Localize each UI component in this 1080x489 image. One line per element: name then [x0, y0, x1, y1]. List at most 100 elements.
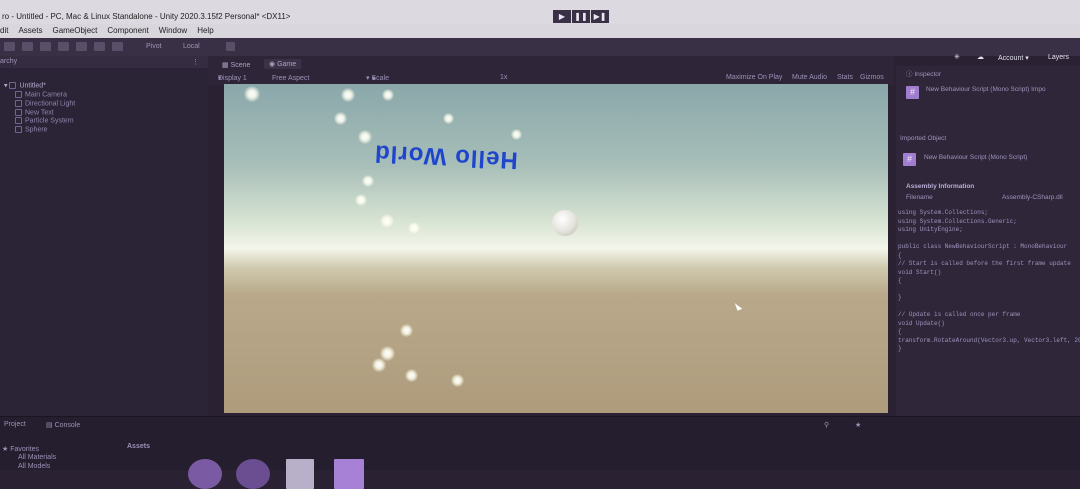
hierarchy-item-label: Main Camera — [25, 91, 68, 99]
script-name-header: New Behaviour Script (Mono Script) Impo — [926, 86, 1046, 93]
custom-tool-button[interactable] — [112, 42, 123, 51]
gameobject-icon — [15, 90, 22, 98]
script-asset-thumbnail[interactable] — [334, 459, 364, 489]
hierarchy-item[interactable]: Main Camera — [4, 90, 75, 100]
account-dropdown[interactable]: Account ▾ — [998, 54, 1029, 62]
all-materials-item[interactable]: All Materials — [18, 454, 56, 461]
code-line: { — [898, 251, 902, 259]
menu-gameobject[interactable]: GameObject — [52, 24, 97, 38]
rect-tool-button[interactable] — [76, 42, 87, 51]
code-line: } — [898, 294, 902, 301]
code-line: // Update is called once per frame — [898, 311, 1021, 318]
scale-label: Scale — [371, 75, 389, 82]
hierarchy-item[interactable]: New Text — [4, 108, 75, 118]
particle — [405, 369, 418, 382]
display-dropdown[interactable]: Display 1 ▾ — [218, 74, 247, 82]
maximize-on-play-toggle[interactable]: Maximize On Play — [726, 74, 782, 81]
particle — [358, 130, 372, 144]
hierarchy-item[interactable]: Particle System — [4, 117, 75, 126]
account-label: Account — [998, 55, 1024, 62]
hierarchy-header: archy ⋮ — [0, 56, 208, 68]
play-button[interactable]: ▶ — [553, 10, 571, 23]
script-icon: # — [906, 86, 919, 99]
menu-component[interactable]: Component — [107, 24, 148, 38]
pause-button[interactable]: ❚❚ — [572, 10, 590, 23]
mute-audio-toggle[interactable]: Mute Audio — [792, 74, 827, 81]
code-line: { — [898, 277, 902, 284]
game-panel: ▦ Scene ◉ Game Display 1 ▾ Free Aspect ▾… — [208, 56, 894, 416]
material-asset-thumbnail[interactable] — [236, 459, 270, 489]
scale-slider[interactable]: ▾ Scale ● — [366, 74, 389, 82]
material-asset-thumbnail[interactable] — [188, 459, 222, 489]
main-toolbar: Pivot Local — [0, 38, 1080, 56]
particle — [355, 194, 367, 206]
filename-value: Assembly-CSharp.dll — [1002, 194, 1063, 201]
tab-game[interactable]: ◉ Game — [264, 59, 302, 69]
scale-tool-button[interactable] — [58, 42, 69, 51]
code-line: transform.RotateAround(Vector3.up, Vecto… — [898, 336, 1080, 344]
display-label: Display 1 — [218, 75, 247, 82]
hierarchy-item-label: Sphere — [25, 126, 48, 134]
console-icon: ▤ — [46, 422, 55, 429]
layers-dropdown[interactable]: Layers — [1048, 54, 1069, 61]
particle — [451, 374, 464, 387]
code-line: public class NewBehaviourScript : MonoBe… — [898, 243, 1068, 250]
particle — [244, 86, 260, 102]
scene-tab-label: Scene — [230, 62, 251, 69]
game-tab-label: Game — [277, 61, 297, 68]
collab-icon[interactable]: ✳ — [954, 53, 960, 61]
transform-tool-button[interactable] — [94, 42, 105, 51]
particle — [334, 112, 347, 125]
scale-value: 1x — [500, 74, 508, 81]
assets-breadcrumb[interactable]: Assets — [127, 443, 150, 450]
move-tool-button[interactable] — [22, 42, 33, 51]
local-toggle[interactable]: Local — [183, 43, 200, 50]
view-tabs: ▦ Scene ◉ Game — [208, 56, 894, 73]
code-line: { — [898, 328, 902, 335]
hierarchy-item[interactable]: Sphere — [4, 126, 75, 135]
favorite-toggle-icon[interactable]: ★ — [855, 421, 861, 429]
gizmos-dropdown[interactable]: Gizmos — [860, 74, 884, 81]
code-line: using System.Collections.Generic; — [898, 217, 1017, 225]
code-line: void Update() — [898, 319, 945, 327]
script-code: using System.Collections; using System.C… — [898, 209, 1080, 354]
rotate-tool-button[interactable] — [40, 42, 51, 51]
particle — [382, 89, 394, 101]
menu-help[interactable]: Help — [197, 24, 213, 38]
pivot-toggle[interactable]: Pivot — [146, 43, 162, 50]
tab-scene[interactable]: ▦ Scene — [222, 61, 250, 69]
menu-assets[interactable]: Assets — [18, 24, 42, 38]
menu-window[interactable]: Window — [159, 24, 187, 38]
file-asset-thumbnail[interactable] — [286, 459, 314, 489]
particle — [341, 88, 355, 102]
scene-icon — [9, 82, 17, 89]
mouse-cursor-icon — [734, 301, 743, 311]
scene-root[interactable]: ▾ Untitled* — [4, 82, 75, 91]
menu-edit[interactable]: dit — [0, 24, 8, 38]
hierarchy-item-label: New Text — [25, 108, 54, 116]
inspector-tab[interactable]: ⓘ Inspector — [906, 68, 941, 78]
hierarchy-item[interactable]: Directional Light — [4, 99, 75, 109]
hierarchy-item-label: Particle System — [25, 117, 74, 125]
favorites-folder[interactable]: ★ Favorites — [2, 445, 39, 453]
hello-world-text: Hello World — [373, 139, 519, 174]
star-icon: ★ — [2, 446, 11, 453]
layers-label: Layers — [1048, 54, 1070, 61]
cloud-icon[interactable]: ☁ — [977, 53, 984, 61]
tab-project[interactable]: Project — [4, 421, 26, 428]
window-title: ro - Untitled - PC, Mac & Linux Standalo… — [2, 12, 291, 21]
grid-snap-button[interactable] — [226, 42, 235, 51]
step-button[interactable]: ▶❚ — [591, 10, 609, 23]
search-icon[interactable]: ⚲ — [824, 421, 829, 429]
game-viewport[interactable]: Hello World — [224, 84, 888, 413]
favorites-label: Favorites — [10, 446, 40, 453]
stats-toggle[interactable]: Stats — [837, 74, 853, 81]
game-tab-icon: ◉ — [269, 61, 278, 68]
code-line: // Start is called before the first fram… — [898, 260, 1071, 267]
menu-bar: dit Assets GameObject Component Window Help — [0, 24, 1080, 38]
hierarchy-add-button[interactable]: ⋮ — [192, 58, 199, 66]
tab-console[interactable]: ▤ Console — [46, 421, 80, 429]
gameobject-icon — [15, 99, 22, 107]
hand-tool-button[interactable] — [4, 42, 15, 51]
